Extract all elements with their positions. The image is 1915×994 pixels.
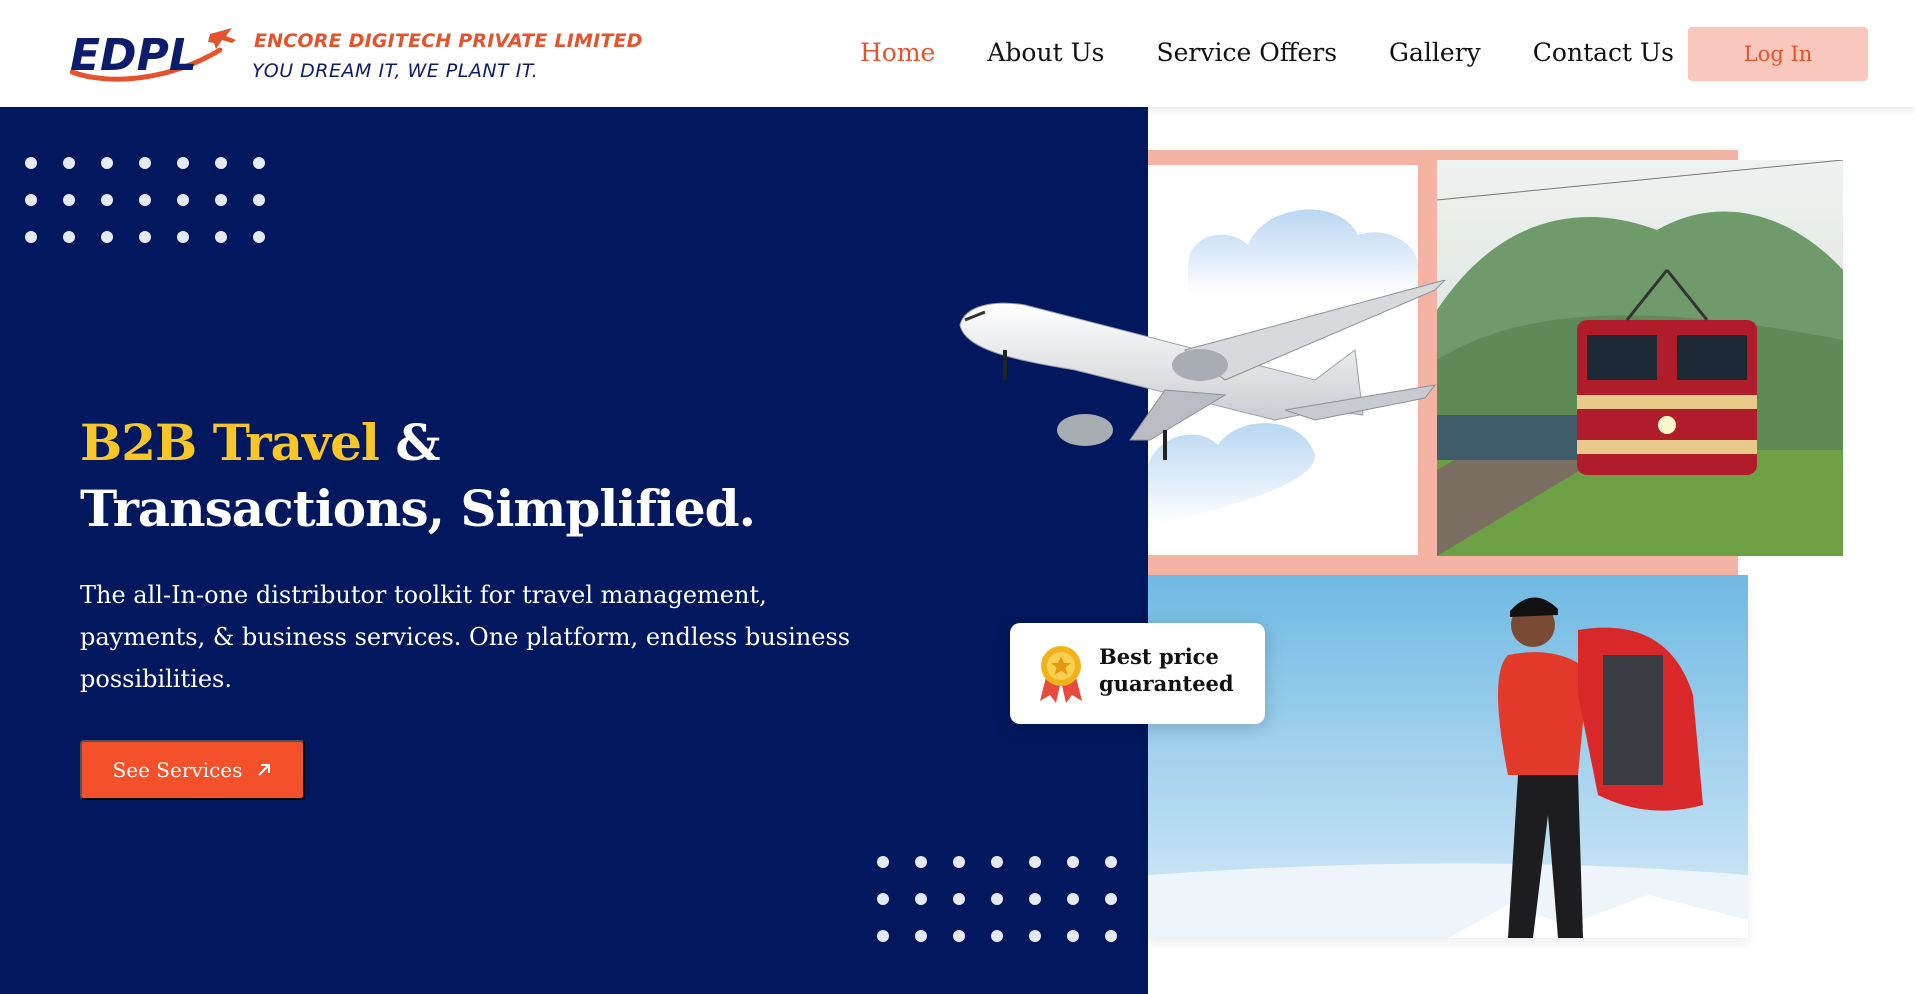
decorative-dots-top	[25, 157, 265, 243]
company-tagline: YOU DREAM IT, WE PLANT IT.	[252, 60, 539, 82]
logo-mark-icon: EDPL	[69, 28, 236, 82]
see-services-button[interactable]: See Services	[80, 740, 305, 800]
company-name: ENCORE DIGITECH PRIVATE LIMITED	[254, 30, 643, 52]
headline-ampersand: &	[395, 413, 440, 472]
svg-text:EDPL: EDPL	[70, 30, 197, 81]
headline-highlight: B2B Travel	[80, 413, 380, 472]
best-price-badge: Best price guaranteed	[1010, 623, 1265, 724]
arrow-up-right-icon	[258, 764, 271, 776]
badge-line1: Best price	[1099, 644, 1219, 669]
hero-headline: B2B Travel & Transactions, Simplified.	[80, 410, 756, 542]
hero-subtext: The all-In-one distributor toolkit for t…	[80, 581, 851, 693]
medal-icon	[1040, 646, 1082, 703]
nav-contact-us[interactable]: Contact Us	[1533, 38, 1674, 67]
nav-gallery[interactable]: Gallery	[1389, 38, 1481, 67]
airplane-image	[955, 279, 1450, 470]
badge-line2: guaranteed	[1099, 671, 1234, 696]
see-services-label: See Services	[112, 758, 243, 782]
edpl-logo[interactable]: EDPL	[69, 28, 240, 88]
badge-text: Best price guaranteed	[1099, 643, 1234, 697]
nav-home[interactable]: Home	[860, 38, 935, 67]
headline-line2: Transactions, Simplified.	[80, 479, 756, 538]
login-button[interactable]: Log In	[1688, 27, 1868, 81]
decorative-dots-bottom	[877, 856, 1117, 942]
nav-service-offers[interactable]: Service Offers	[1156, 38, 1337, 67]
site-header: EDPL ENCORE DIGITECH PRIVATE LIMITED YOU…	[0, 0, 1915, 107]
train-image	[1437, 160, 1843, 556]
main-nav: Home About Us Service Offers Gallery Con…	[860, 38, 1726, 67]
nav-about-us[interactable]: About Us	[987, 38, 1104, 67]
